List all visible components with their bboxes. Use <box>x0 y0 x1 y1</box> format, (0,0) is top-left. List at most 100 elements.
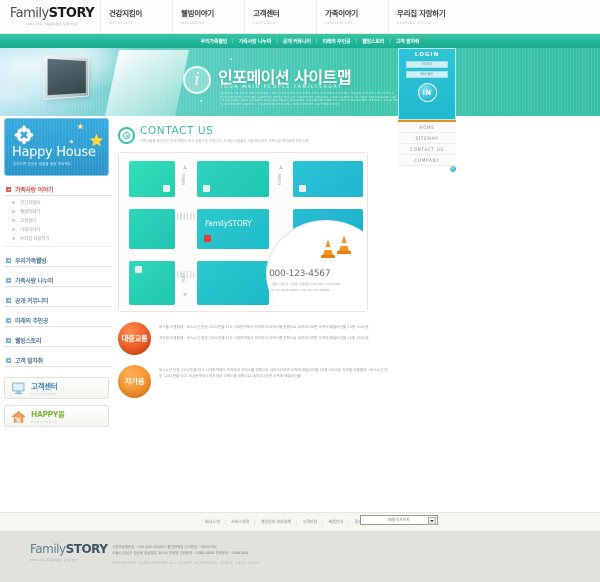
sidebar: Happy House 우리가족 건강한 생활을 위한 프로젝트 가족사랑 이야… <box>4 118 112 427</box>
traffic-cone-band <box>324 247 332 250</box>
login-submit-button[interactable]: IN <box>417 83 437 102</box>
nav-item-4[interactable]: 우리집 자랑하기 SHARING HOUSE <box>388 0 460 33</box>
sidebar-item-gajoksarang-nanumi[interactable]: 가족사랑 나누미 <box>4 274 112 287</box>
footer-company-info: 사업자등록번호 : 200-405-394857 통신판매업 신고번호 : 제9… <box>112 544 259 565</box>
site-header: FamilySTORY 2004 국내 가족중심정보 포털사이트 건강지킴이 L… <box>0 0 600 34</box>
footer-link-bar: 회사소개 | 서비스약관 | 개인정보 보호정책 | 고객지원 | 제품안내 |… <box>0 512 600 532</box>
flower-icon <box>14 125 34 145</box>
nav-item-1[interactable]: 웰빙이야기 WELLBEING <box>172 0 244 33</box>
monitor-screen <box>47 58 86 96</box>
sidebar-banner-sublabel: HAPPYMALL <box>31 419 58 424</box>
sidebar-subitem-4[interactable]: 우리집 자랑하기 <box>4 234 112 243</box>
subnav-item-0[interactable]: 우리가족웰빙 <box>196 38 232 45</box>
sparkle-dot <box>200 100 202 102</box>
route-paragraph: 버스를 이용할때 : 버스노선 번호 2201번을 타고 서대문역에서 하차하여… <box>159 325 369 329</box>
sidebar-item-gogaek-baljachwi[interactable]: 고객 발자취 <box>4 354 112 367</box>
login-password-input[interactable]: 패스워드 <box>406 71 448 78</box>
footer-link-3[interactable]: 고객지원 <box>297 519 322 525</box>
sidebar-subitem-0[interactable]: 건강지킴이 <box>4 198 112 207</box>
bullet-square-icon <box>6 357 11 363</box>
sidebar-item-gajoksarang-iyagi[interactable]: 가족사랑 이야기 <box>4 183 112 196</box>
information-icon: i <box>183 66 211 94</box>
sidebar-banner-customer-center[interactable]: 고객센터 CUSTOMER <box>4 377 109 399</box>
sidebar-subitem-1[interactable]: 웰빙이야기 <box>4 207 112 216</box>
sidebar-subitem-label: 고객센터 <box>20 218 37 224</box>
circle-bullet-icon <box>12 210 15 213</box>
road-label: 테헤란로 <box>277 173 281 185</box>
nav-item-0[interactable]: 건강지킴이 LIFEHEALTH <box>100 0 172 33</box>
direction-arrow-up <box>183 165 187 169</box>
bullet-square-icon <box>6 317 11 323</box>
footer-link-4[interactable]: 제품안내 <box>323 519 348 525</box>
decorative-ball <box>450 166 456 172</box>
traffic-cone-base <box>337 251 351 254</box>
login-id-input[interactable]: 아이디 <box>406 61 448 68</box>
utility-menu-item-contact-us[interactable]: CONTACT US <box>398 144 456 155</box>
happy-house-subtitle: 우리가족 건강한 생활을 위한 프로젝트 <box>13 162 72 166</box>
sidebar-subitem-label: 웰빙이야기 <box>20 209 41 215</box>
subnav-item-1[interactable]: 가족사랑 나누미 <box>234 38 276 45</box>
sidebar-subitem-label: 건강지킴이 <box>20 200 41 206</box>
logo-text: FamilySTORY <box>10 6 95 21</box>
location-map[interactable]: FamilySTORY 강남대로 테헤란로 논현로 000-123-4567 서… <box>118 152 368 312</box>
utility-menu-item-home[interactable]: HOME <box>398 122 456 133</box>
logo-text-story: STORY <box>48 6 95 21</box>
footer-logo-tagline: 2004 국내 가족중심정보 포털사이트 <box>30 558 78 562</box>
map-block <box>129 261 175 305</box>
subnav-item-4[interactable]: 웰빙스토리 <box>357 38 389 45</box>
family-site-select[interactable]: 패밀리사이트 <box>360 515 438 525</box>
direction-arrow-down <box>183 293 187 297</box>
happy-house-banner[interactable]: Happy House 우리가족 건강한 생활을 위한 프로젝트 <box>4 118 109 176</box>
primary-nav: 건강지킴이 LIFEHEALTH 웰빙이야기 WELLBEING 고객센터 CU… <box>100 0 600 33</box>
contact-address-line-1: 서울시 강서구 가양동 가양빌딩 234-340 / 15FLOOR <box>271 282 341 286</box>
page-root: FamilySTORY 2004 국내 가족중심정보 포털사이트 건강지킴이 L… <box>0 0 600 582</box>
monitor-illustration <box>43 54 90 100</box>
bullet-square-icon <box>6 297 11 303</box>
map-info-panel <box>267 221 367 311</box>
map-block <box>197 161 269 197</box>
sidebar-subitem-2[interactable]: 고객센터 <box>4 216 112 225</box>
sidebar-subitem-3[interactable]: 가족이야기 <box>4 225 112 234</box>
sidebar-item-label: 가족사랑 이야기 <box>15 186 54 194</box>
subnav-item-3[interactable]: 미래의 주인공 <box>317 38 355 45</box>
route-badge-car: 자가용 <box>118 365 151 398</box>
sidebar-item-label: 고객 발자취 <box>15 357 43 365</box>
footer-link-2[interactable]: 개인정보 보호정책 <box>256 519 296 525</box>
bullet-square-icon <box>6 186 11 192</box>
map-block <box>293 161 363 197</box>
nav-item-2[interactable]: 고객센터 CUSTOMER <box>244 0 316 33</box>
sidebar-banner-label: 고객센터 <box>31 381 58 391</box>
utility-menu: HOME SITEMAP CONTACT US COMPANY <box>398 122 456 166</box>
chevron-down-icon[interactable] <box>428 517 436 525</box>
sidebar-item-miraeui-juingong[interactable]: 미래의 주인공 <box>4 314 112 327</box>
map-center-label: FamilySTORY <box>205 219 252 228</box>
circle-bullet-icon <box>12 237 15 240</box>
sidebar-subitem-label: 우리집 자랑하기 <box>20 236 50 242</box>
traffic-cone-band <box>340 243 348 246</box>
utility-menu-item-sitemap[interactable]: SITEMAP <box>398 133 456 144</box>
nav-item-3[interactable]: 가족이야기 FAMILYSTORY <box>316 0 388 33</box>
bullet-square-icon <box>6 337 11 343</box>
route-badge-public-transport: 대중교통 <box>118 322 151 355</box>
bullet-square-icon <box>6 277 11 283</box>
footer-logo: FamilySTORY 2004 국내 가족중심정보 포털사이트 <box>30 542 108 562</box>
crosswalk <box>177 213 195 220</box>
hero-body-text: CAREFUL IN YOUR DREAMAKING. ON YOUR MIND… <box>220 92 400 106</box>
sidebar-item-label: 가족사랑 나누미 <box>15 277 54 285</box>
site-logo[interactable]: FamilySTORY 2004 국내 가족중심정보 포털사이트 <box>0 0 100 33</box>
sidebar-banner-happy-mall[interactable]: HAPPY몰 HAPPYMALL <box>4 405 109 427</box>
sidebar-banner-label: HAPPY몰 <box>31 409 65 419</box>
utility-menu-item-company[interactable]: COMPANY <box>398 155 456 166</box>
subnav-item-5[interactable]: 고객 발자취 <box>391 38 425 45</box>
route-row-car: 자가용 버스노선 번호 2201번을 타고 서대문역에서 하차하여 코엑스를 방… <box>118 365 390 398</box>
sidebar-item-label: 공개 커뮤니티 <box>15 297 49 305</box>
target-icon <box>118 127 135 144</box>
footer-link-0[interactable]: 회사소개 <box>200 519 225 525</box>
sidebar-item-gonggae-community[interactable]: 공개 커뮤니티 <box>4 294 112 307</box>
sidebar-item-wellbing-story[interactable]: 웰빙스토리 <box>4 334 112 347</box>
footer-link-1[interactable]: 서비스약관 <box>226 519 254 525</box>
sidebar-item-woorigajok-wellbing[interactable]: 우리가족웰빙 <box>4 254 112 267</box>
subnav-item-2[interactable]: 공개 커뮤니티 <box>278 38 316 45</box>
family-site-select-value: 패밀리사이트 <box>387 517 411 522</box>
map-block <box>197 261 269 305</box>
